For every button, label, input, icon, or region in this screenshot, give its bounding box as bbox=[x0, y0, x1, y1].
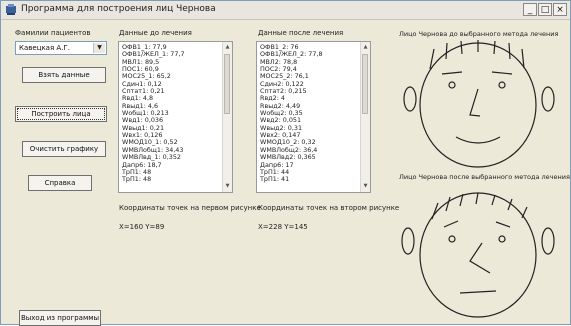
scroll-thumb[interactable] bbox=[224, 54, 230, 114]
right-ear bbox=[541, 227, 555, 255]
nose bbox=[469, 88, 481, 117]
scroll-up-icon[interactable]: ▲ bbox=[223, 43, 232, 52]
left-ear bbox=[403, 86, 417, 112]
scroll-up-icon[interactable]: ▲ bbox=[361, 43, 370, 52]
face-outline bbox=[419, 192, 537, 318]
take-data-button[interactable]: Взять данные bbox=[22, 67, 106, 83]
main-window: Программа для построения лиц Чернова _ □… bbox=[0, 0, 571, 326]
before-items: ОФВ1_1: 77,9 ОФВ1/ЖЕЛ_1: 77,7 МВЛ1: 89,5 ПО… bbox=[122, 43, 185, 184]
scroll-down-icon[interactable]: ▼ bbox=[223, 182, 232, 191]
maximize-button[interactable]: □ bbox=[538, 3, 552, 16]
right-eyebrow bbox=[491, 71, 513, 75]
patient-select[interactable]: Кавецкая А.Г. ▼ bbox=[15, 41, 107, 55]
after-items: ОФВ1_2: 76 ОФВ1/ЖЕЛ_2: 77,8 МВЛ2: 78,8 ПОС2… bbox=[260, 43, 323, 184]
before-coords-label: Координаты точек на первом рисунке bbox=[119, 204, 261, 212]
mouth bbox=[455, 136, 501, 144]
nose bbox=[469, 242, 491, 274]
close-button[interactable]: × bbox=[553, 3, 567, 16]
left-ear bbox=[401, 227, 415, 255]
build-faces-button[interactable]: Построить лица bbox=[15, 106, 107, 122]
after-scrollbar[interactable]: ▲ ▼ bbox=[360, 42, 370, 192]
left-eye bbox=[448, 81, 456, 89]
chevron-down-icon[interactable]: ▼ bbox=[93, 43, 105, 53]
mouth bbox=[459, 290, 497, 294]
app-icon bbox=[6, 4, 16, 15]
left-eyebrow bbox=[443, 220, 459, 228]
before-label: Данные до лечения bbox=[119, 29, 192, 37]
title-bar[interactable]: Программа для построения лиц Чернова _ □… bbox=[1, 1, 570, 20]
after-label: Данные после лечения bbox=[258, 29, 344, 37]
clear-graphics-button[interactable]: Очистить графику bbox=[22, 141, 106, 157]
left-eyebrow bbox=[441, 71, 463, 75]
minimize-button[interactable]: _ bbox=[523, 3, 537, 16]
patients-label: Фамилии пациентов bbox=[15, 29, 91, 37]
right-eye bbox=[498, 81, 506, 89]
face-outline bbox=[419, 42, 537, 168]
help-button[interactable]: Справка bbox=[28, 175, 92, 191]
list-item[interactable]: ТрП1: 48 bbox=[122, 175, 185, 183]
face-after-label: Лицо Чернова после выбранного метода леч… bbox=[399, 173, 570, 181]
after-coords-value: X=228 Y=145 bbox=[258, 223, 308, 231]
before-scrollbar[interactable]: ▲ ▼ bbox=[222, 42, 232, 192]
patient-select-value: Кавецкая А.Г. bbox=[19, 44, 70, 52]
after-data-list[interactable]: ОФВ1_2: 76 ОФВ1/ЖЕЛ_2: 77,8 МВЛ2: 78,8 ПОС2… bbox=[256, 41, 371, 193]
before-data-list[interactable]: ОФВ1_1: 77,9 ОФВ1/ЖЕЛ_1: 77,7 МВЛ1: 89,5 ПО… bbox=[118, 41, 233, 193]
window-title: Программа для построения лиц Чернова bbox=[21, 4, 216, 14]
face-after-canvas[interactable] bbox=[396, 181, 561, 321]
after-coords-label: Координаты точек на втором рисунке bbox=[258, 204, 400, 212]
face-before-canvas[interactable] bbox=[396, 37, 561, 172]
exit-button[interactable]: Выход из программы bbox=[19, 310, 101, 326]
right-eye bbox=[498, 235, 506, 243]
scroll-thumb[interactable] bbox=[362, 54, 368, 114]
before-coords-value: X=160 Y=89 bbox=[119, 223, 165, 231]
list-item[interactable]: ТрП1: 41 bbox=[260, 175, 323, 183]
right-ear bbox=[541, 86, 555, 112]
left-eye bbox=[448, 235, 456, 243]
right-eyebrow bbox=[495, 221, 511, 228]
scroll-down-icon[interactable]: ▼ bbox=[361, 182, 370, 191]
